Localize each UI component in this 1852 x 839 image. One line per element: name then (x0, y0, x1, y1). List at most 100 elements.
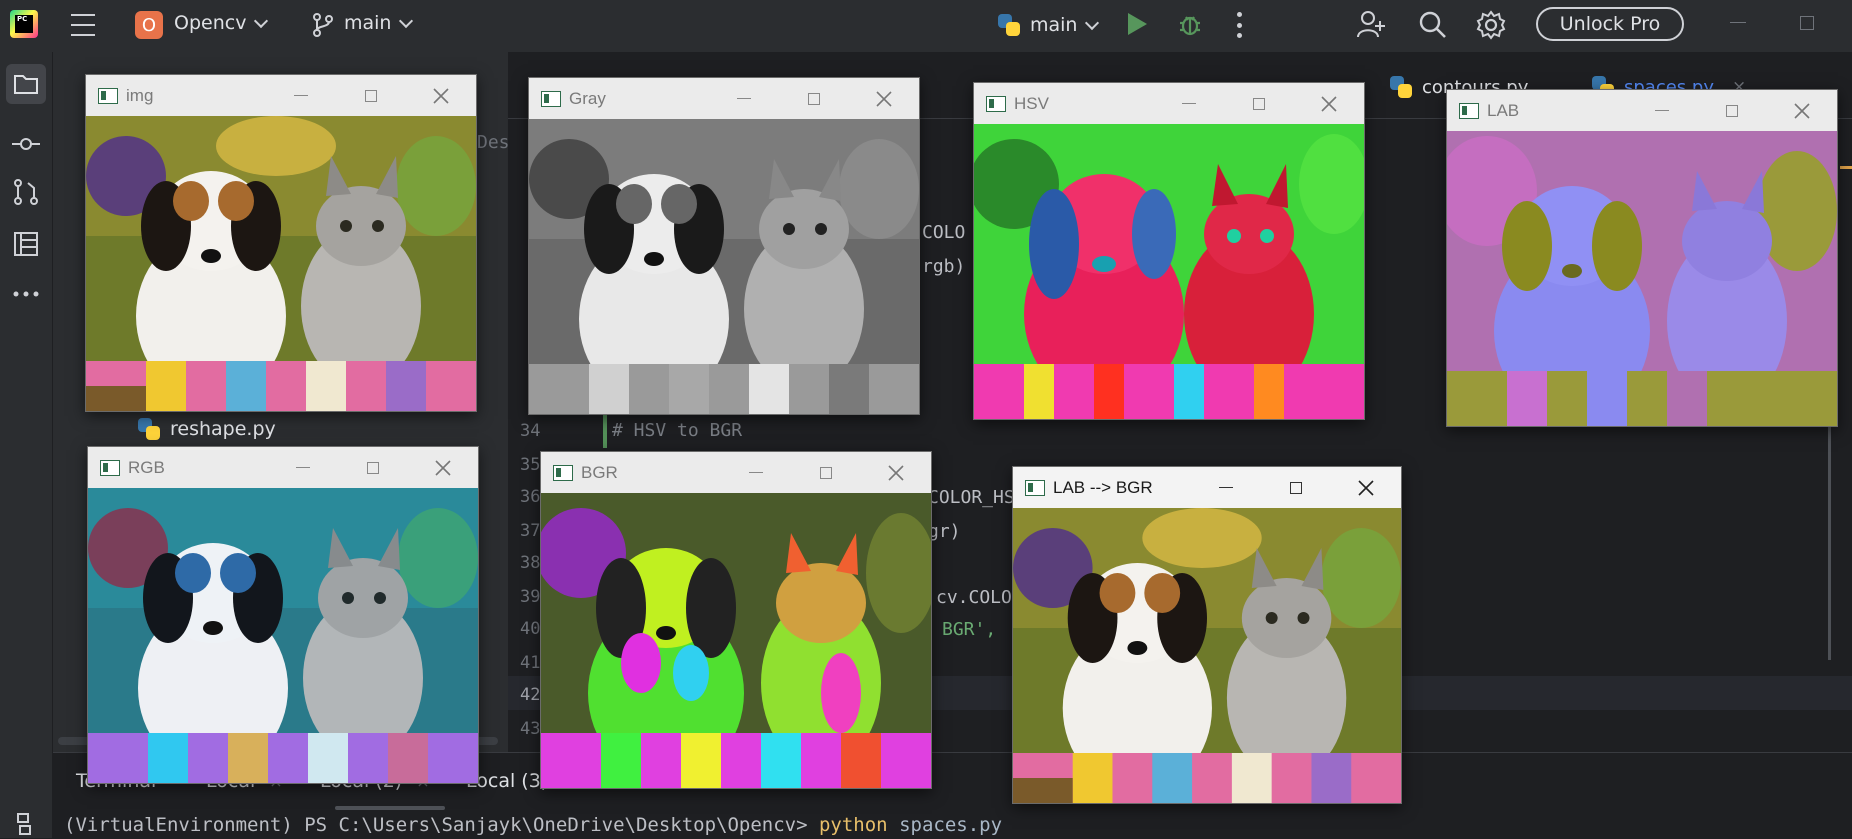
git-change-marker (603, 414, 607, 448)
minimize-button[interactable] (268, 447, 338, 488)
window-gray[interactable]: Gray (528, 77, 920, 415)
editor-scrollbar[interactable] (1828, 420, 1831, 660)
python-console-icon[interactable] (10, 810, 38, 838)
window-titlebar[interactable]: img (86, 75, 476, 116)
more-tools-icon[interactable] (10, 278, 42, 310)
minimize-button[interactable] (721, 452, 791, 493)
minimize-button[interactable] (1154, 83, 1224, 124)
maximize-button[interactable] (1261, 467, 1331, 508)
minimize-button[interactable] (1191, 467, 1261, 508)
close-button[interactable] (406, 75, 476, 116)
bug-icon[interactable] (1178, 11, 1202, 37)
line-number: 35 (520, 455, 541, 475)
close-button[interactable] (1331, 467, 1401, 508)
maximize-button[interactable] (791, 452, 861, 493)
minimize-button[interactable] (709, 78, 779, 119)
window-titlebar[interactable]: BGR (541, 452, 931, 493)
run-icon[interactable] (1128, 13, 1147, 35)
run-config-selector[interactable]: main (996, 12, 1100, 38)
terminal-input[interactable]: (VirtualEnvironment) PS C:\Users\Sanjayk… (64, 814, 1002, 836)
code-fragment: gr) (928, 521, 961, 542)
code-fragment: cv.COLO (936, 587, 1012, 608)
pull-requests-icon[interactable] (10, 176, 42, 208)
restore-icon[interactable] (1800, 16, 1814, 30)
tool-window-strip (0, 52, 53, 838)
file-item-reshape[interactable]: reshape.py (136, 416, 276, 442)
project-selector[interactable]: Opencv (174, 12, 269, 34)
puppy-kitten-image (86, 116, 476, 411)
rgb-image (88, 488, 478, 783)
chevron-down-icon (399, 13, 414, 29)
window-titlebar[interactable]: HSV (974, 83, 1364, 124)
pycharm-logo[interactable]: PC (10, 10, 38, 38)
window-rgb[interactable]: RGB (87, 446, 479, 784)
line-number: 37 (520, 521, 541, 541)
terminal-command: python (818, 814, 888, 836)
window-titlebar[interactable]: RGB (88, 447, 478, 488)
close-button[interactable] (408, 447, 478, 488)
run-config-name: main (1030, 14, 1078, 36)
hamburger-icon[interactable] (70, 14, 96, 36)
add-user-icon[interactable] (1356, 9, 1386, 39)
close-button[interactable] (1767, 90, 1837, 131)
structure-icon[interactable] (10, 228, 42, 260)
opencv-window-icon (986, 95, 1006, 112)
image-display (541, 493, 931, 788)
panel-text: Des (477, 132, 510, 153)
maximize-button[interactable] (338, 447, 408, 488)
maximize-button[interactable] (1697, 90, 1767, 131)
opencv-window-icon (98, 87, 118, 104)
line-number: 38 (520, 553, 541, 573)
project-name: Opencv (174, 12, 247, 34)
line-number: 40 (520, 619, 541, 639)
opencv-window-icon (541, 90, 561, 107)
code-fragment: COLO (922, 222, 966, 243)
minimize-button[interactable] (266, 75, 336, 116)
window-title: img (126, 85, 154, 105)
close-button[interactable] (1294, 83, 1364, 124)
window-img[interactable]: img (85, 74, 477, 412)
line-number: 34 (520, 421, 541, 441)
maximize-button[interactable] (1224, 83, 1294, 124)
image-display (86, 116, 476, 411)
minimize-button[interactable] (1627, 90, 1697, 131)
window-lab[interactable]: LAB (1446, 89, 1838, 427)
lab-to-bgr-image (1013, 508, 1401, 803)
window-titlebar[interactable]: LAB (1447, 90, 1837, 131)
window-titlebar[interactable]: Gray (529, 78, 919, 119)
git-branch-icon (313, 13, 333, 37)
maximize-button[interactable] (336, 75, 406, 116)
image-display (1447, 131, 1837, 426)
search-icon[interactable] (1418, 10, 1448, 40)
line-number: 43 (520, 719, 541, 739)
close-button[interactable] (849, 78, 919, 119)
window-title: RGB (128, 457, 165, 477)
window-hsv[interactable]: HSV (973, 82, 1365, 420)
unlock-pro-button[interactable]: Unlock Pro (1536, 7, 1684, 41)
title-bar: PC O Opencv main main Unlock Pro (0, 0, 1852, 52)
project-folder-icon[interactable] (6, 64, 46, 104)
lab-image (1447, 131, 1837, 426)
opencv-window-icon (1459, 102, 1479, 119)
python-icon (136, 416, 162, 442)
python-icon (996, 12, 1022, 38)
window-titlebar[interactable]: LAB --> BGR (1013, 467, 1401, 508)
window-bgr[interactable]: BGR (540, 451, 932, 789)
close-button[interactable] (861, 452, 931, 493)
bgr-image (541, 493, 931, 788)
commit-icon[interactable] (10, 128, 42, 160)
gear-icon[interactable] (1476, 10, 1506, 40)
image-display (88, 488, 478, 783)
terminal-argument: spaces.py (887, 814, 1003, 836)
code-fragment: COLOR_HS (928, 487, 1015, 508)
branch-selector[interactable]: main (344, 12, 414, 34)
image-display (1013, 508, 1401, 803)
minimize-icon[interactable] (1730, 22, 1746, 23)
project-badge[interactable]: O (135, 11, 163, 39)
more-actions-icon[interactable] (1236, 12, 1242, 38)
terminal-scrollbar[interactable] (335, 806, 445, 810)
window-lab-to-bgr[interactable]: LAB --> BGR (1012, 466, 1402, 804)
code-comment: # HSV to BGR (612, 420, 743, 441)
file-name: reshape.py (170, 418, 276, 440)
maximize-button[interactable] (779, 78, 849, 119)
